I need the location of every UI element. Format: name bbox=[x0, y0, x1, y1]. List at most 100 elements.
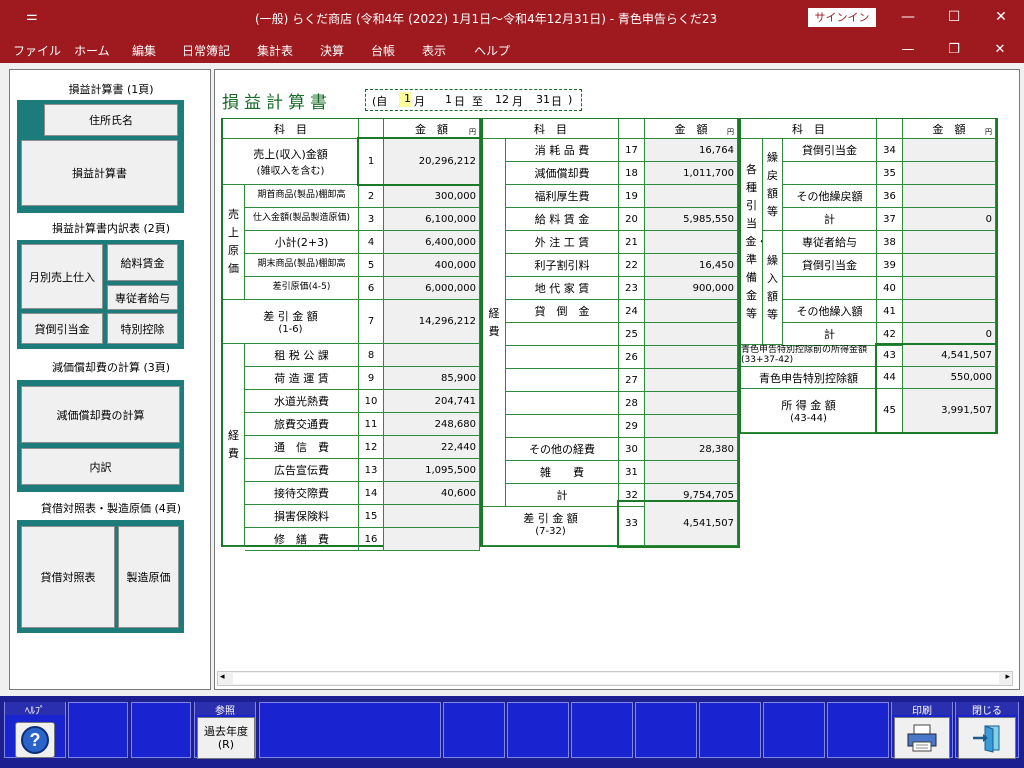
col2-row-24-amount[interactable] bbox=[645, 300, 738, 323]
fkey-blank-3[interactable] bbox=[259, 702, 441, 758]
col1-row-6-amount[interactable]: 6,000,000 bbox=[384, 277, 480, 300]
col1-row-12-amount[interactable]: 22,440 bbox=[384, 436, 480, 459]
minimize-icon[interactable]: — bbox=[895, 6, 921, 28]
col2-row-19-amount[interactable] bbox=[645, 185, 738, 208]
menu-help[interactable]: ヘルプ bbox=[474, 42, 510, 59]
col2-row-17-amount[interactable]: 16,764 bbox=[645, 139, 738, 162]
col3-row-45-label-text: 所 得 金 額 bbox=[781, 399, 836, 412]
col1-row-14-amount[interactable]: 40,600 bbox=[384, 482, 480, 505]
col1-row-14-label: 接待交際費 bbox=[245, 482, 359, 505]
maximize-icon[interactable]: ☐ bbox=[941, 6, 967, 28]
col1-row-11-amount[interactable]: 248,680 bbox=[384, 413, 480, 436]
breakdown-button[interactable]: 内訳 bbox=[21, 448, 180, 485]
col1-row-10-amount[interactable]: 204,741 bbox=[384, 390, 480, 413]
col2-row-30-amount[interactable]: 28,380 bbox=[645, 438, 738, 461]
close-icon[interactable]: ✕ bbox=[988, 6, 1014, 28]
manufacturing-cost-button[interactable]: 製造原価 bbox=[118, 526, 179, 628]
col3-row-38-amount[interactable] bbox=[903, 231, 996, 254]
col1-row-7-amount[interactable]: 14,296,212 bbox=[384, 300, 480, 344]
depreciation-button[interactable]: 減価償却費の計算 bbox=[21, 386, 180, 443]
col1-row-3-amount[interactable]: 6,100,000 bbox=[384, 208, 480, 231]
day-from-input[interactable]: 1 bbox=[445, 93, 452, 106]
col1-row-5-amount[interactable]: 400,000 bbox=[384, 254, 480, 277]
col1-row-2-amount[interactable]: 300,000 bbox=[384, 185, 480, 208]
col2-row-31-amount[interactable] bbox=[645, 461, 738, 484]
salary-button[interactable]: 給料賃金 bbox=[107, 244, 178, 281]
col1-row-16-amount[interactable] bbox=[384, 528, 480, 551]
col3-row-35-amount[interactable] bbox=[903, 162, 996, 185]
close-button[interactable] bbox=[958, 717, 1016, 759]
print-button[interactable] bbox=[894, 717, 950, 759]
menu-home[interactable]: ホーム bbox=[74, 42, 110, 59]
scroll-right-icon[interactable]: ▸ bbox=[1005, 672, 1010, 682]
col3-row-41-amount[interactable] bbox=[903, 300, 996, 323]
scroll-thumb[interactable] bbox=[233, 673, 999, 684]
family-salary-button[interactable]: 専従者給与 bbox=[107, 285, 178, 310]
col1-row-13-amount[interactable]: 1,095,500 bbox=[384, 459, 480, 482]
fkey-blank-10[interactable] bbox=[827, 702, 889, 758]
col2-row-23-amount[interactable]: 900,000 bbox=[645, 277, 738, 300]
col2-row-27-amount[interactable] bbox=[645, 369, 738, 392]
col1-row-8-amount[interactable] bbox=[384, 344, 480, 367]
fkey-blank-2[interactable] bbox=[131, 702, 191, 758]
pl-button[interactable]: 損益計算書 bbox=[21, 140, 178, 206]
menu-closing[interactable]: 決算 bbox=[320, 42, 344, 59]
prev-year-button[interactable]: 過去年度 (R) bbox=[197, 717, 255, 759]
monthly-sales-button[interactable]: 月別売上仕入 bbox=[21, 244, 103, 309]
day-to-input[interactable]: 31 bbox=[536, 93, 550, 106]
bad-debt-button[interactable]: 貸倒引当金 bbox=[21, 313, 103, 344]
address-button[interactable]: 住所氏名 bbox=[44, 104, 178, 136]
balance-sheet-button[interactable]: 貸借対照表 bbox=[21, 526, 115, 628]
col2-row-28-amount[interactable] bbox=[645, 392, 738, 415]
col2-row-25-amount[interactable] bbox=[645, 323, 738, 346]
signin-button[interactable]: サインイン bbox=[808, 8, 876, 27]
help-button[interactable]: ? bbox=[15, 722, 55, 758]
col1-row-4-amount[interactable]: 6,400,000 bbox=[384, 231, 480, 254]
amount-header-text: 金 額 bbox=[674, 122, 708, 136]
col1-row-9-amount[interactable]: 85,900 bbox=[384, 367, 480, 390]
col3-row-37-amount[interactable]: 0 bbox=[903, 208, 996, 231]
fkey-blank-4[interactable] bbox=[443, 702, 505, 758]
fkey-blank-1[interactable] bbox=[68, 702, 128, 758]
col1-row-15-amount[interactable] bbox=[384, 505, 480, 528]
col3-row-36-amount[interactable] bbox=[903, 185, 996, 208]
col2-row-22-amount[interactable]: 16,450 bbox=[645, 254, 738, 277]
col2-row-21-amount[interactable] bbox=[645, 231, 738, 254]
scroll-left-icon[interactable]: ◂ bbox=[220, 672, 225, 682]
period-close: ) bbox=[568, 93, 573, 106]
doc-minimize-icon[interactable]: — bbox=[896, 40, 920, 60]
col3-row-34-amount[interactable] bbox=[903, 139, 996, 162]
menu-edit[interactable]: 編集 bbox=[132, 42, 156, 59]
fkey-blank-9[interactable] bbox=[763, 702, 825, 758]
menu-view[interactable]: 表示 bbox=[422, 42, 446, 59]
col2-row-29-amount[interactable] bbox=[645, 415, 738, 438]
horizontal-scrollbar[interactable]: ◂ ▸ bbox=[217, 671, 1013, 686]
col3-row-40-amount[interactable] bbox=[903, 277, 996, 300]
fkey-blank-7[interactable] bbox=[635, 702, 697, 758]
col3-row-39-amount[interactable] bbox=[903, 254, 996, 277]
menu-daily[interactable]: 日常簿記 bbox=[182, 42, 230, 59]
month-from-input[interactable]: 1 bbox=[399, 92, 411, 107]
yen-unit: 円 bbox=[727, 128, 734, 136]
col2-row-33-label: 差 引 金 額 (7-32) bbox=[483, 502, 619, 546]
close-key-label: 閉じる bbox=[956, 702, 1018, 717]
menu-summary[interactable]: 集計表 bbox=[257, 42, 293, 59]
fkey-blank-8[interactable] bbox=[699, 702, 761, 758]
col3-row-35-label bbox=[783, 162, 877, 185]
special-deduction-button[interactable]: 特別控除 bbox=[107, 313, 178, 344]
doc-restore-icon[interactable]: ❐ bbox=[942, 40, 966, 60]
system-menu-icon[interactable]: ⚌ bbox=[26, 9, 38, 24]
month-to-input[interactable]: 12 bbox=[495, 93, 509, 106]
fkey-blank-6[interactable] bbox=[571, 702, 633, 758]
fkey-blank-5[interactable] bbox=[507, 702, 569, 758]
col2-row-18-amount[interactable]: 1,011,700 bbox=[645, 162, 738, 185]
section-depreciation-title: 減価償却費の計算 (3頁) bbox=[51, 361, 171, 374]
col2-row-26-amount[interactable] bbox=[645, 346, 738, 369]
col2-row-20-amount[interactable]: 5,985,550 bbox=[645, 208, 738, 231]
menu-ledger[interactable]: 台帳 bbox=[371, 42, 395, 59]
col1-row-1-label: 売上(収入)金額 (雑収入を含む) bbox=[223, 139, 359, 185]
col1-row-14-no: 14 bbox=[359, 482, 384, 505]
menu-file[interactable]: ファイル bbox=[13, 42, 61, 59]
doc-close-icon[interactable]: ✕ bbox=[988, 40, 1012, 60]
col2-row-27-label bbox=[506, 369, 619, 392]
